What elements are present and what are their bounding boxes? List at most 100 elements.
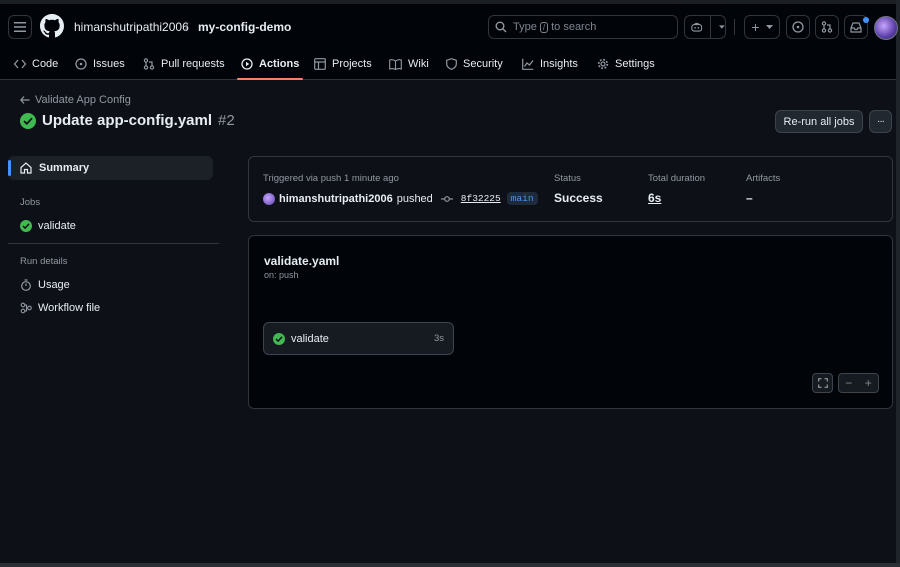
run-summary-card: Triggered via push 1 minute ago himanshu… — [248, 156, 893, 222]
repo-tabs: Code Issues Pull requests Actions Projec… — [0, 48, 896, 80]
commit-sha-link[interactable]: 8f32225 — [461, 193, 501, 204]
create-new-button[interactable]: + — [744, 15, 780, 39]
sidebar-run-details-heading: Run details — [20, 256, 68, 267]
home-icon — [20, 162, 32, 174]
tab-wiki[interactable]: Wiki — [389, 48, 429, 80]
pull-requests-button[interactable] — [815, 15, 839, 39]
rerun-all-jobs-button[interactable]: Re-run all jobs — [775, 110, 863, 133]
sidebar-summary-label: Summary — [39, 162, 90, 174]
sidebar-job-label: validate — [38, 220, 76, 232]
chevron-down-icon — [765, 25, 773, 29]
fullscreen-button[interactable] — [812, 373, 833, 393]
run-title: Update app-config.yaml #2 — [20, 112, 235, 129]
back-to-workflow-link[interactable]: Validate App Config — [20, 94, 131, 106]
gear-icon — [597, 58, 609, 70]
notification-indicator — [863, 17, 869, 23]
tab-label: Actions — [259, 58, 300, 70]
push-info: himanshutripathi2006 pushed 8f32225 main — [263, 192, 538, 205]
book-icon — [389, 58, 402, 70]
tab-label: Security — [463, 58, 503, 70]
tab-label: Settings — [615, 58, 655, 70]
success-check-icon — [20, 112, 36, 129]
tab-projects[interactable]: Projects — [314, 48, 372, 80]
search-icon — [495, 21, 507, 33]
shield-icon — [446, 58, 457, 70]
workflow-graph-card: validate.yaml on: push validate 3s − + — [248, 235, 893, 409]
tab-label: Wiki — [408, 58, 429, 70]
run-number: #2 — [218, 112, 235, 129]
workflow-trigger: on: push — [264, 270, 299, 280]
success-check-icon — [20, 220, 32, 232]
success-check-icon — [273, 332, 285, 345]
hamburger-icon — [14, 22, 26, 32]
search-prefix: Type — [513, 21, 537, 33]
plus-icon: + — [751, 19, 760, 35]
search-shortcut-key: / — [539, 21, 549, 33]
table-icon — [314, 58, 326, 70]
branch-label[interactable]: main — [506, 192, 538, 205]
copilot-button[interactable] — [684, 15, 726, 39]
job-duration: 3s — [433, 333, 444, 344]
file-icon — [20, 302, 32, 314]
artifacts-label: Artifacts — [746, 173, 781, 184]
job-node-validate[interactable]: validate 3s — [263, 322, 454, 355]
inbox-icon — [850, 21, 862, 33]
tab-settings[interactable]: Settings — [597, 48, 655, 80]
copilot-icon — [691, 22, 703, 32]
tab-actions[interactable]: Actions — [236, 48, 304, 80]
actor-avatar — [263, 192, 275, 205]
user-avatar[interactable] — [874, 16, 898, 40]
status-value: Success — [554, 191, 603, 205]
status-label: Status — [554, 173, 581, 184]
graph-icon — [522, 58, 534, 70]
sidebar-workflow-file-label: Workflow file — [38, 302, 101, 314]
artifacts-value: – — [746, 191, 753, 205]
tab-security[interactable]: Security — [446, 48, 503, 80]
more-options-button[interactable]: ··· — [869, 110, 892, 133]
sidebar-usage-label: Usage — [38, 279, 70, 291]
tab-issues[interactable]: Issues — [75, 48, 125, 80]
job-node-label: validate — [291, 332, 329, 345]
tab-label: Pull requests — [161, 58, 225, 70]
repo-name-link[interactable]: my-config-demo — [198, 20, 291, 34]
duration-label: Total duration — [648, 173, 706, 184]
trigger-label: Triggered via push 1 minute ago — [263, 173, 399, 184]
breadcrumb-separator: / — [185, 20, 189, 34]
tab-label: Issues — [93, 58, 125, 70]
issue-icon — [792, 21, 804, 33]
window-frame-bottom — [0, 563, 900, 567]
issue-icon — [75, 58, 87, 70]
pull-request-icon — [821, 21, 833, 33]
kebab-horizontal-icon: ··· — [877, 116, 885, 127]
tab-label: Insights — [540, 58, 578, 70]
commit-icon — [440, 195, 453, 202]
sidebar-item-usage[interactable]: Usage — [20, 279, 70, 291]
actor-link[interactable]: himanshutripathi2006 — [279, 193, 393, 205]
sidebar-job-validate[interactable]: validate — [20, 220, 76, 232]
repo-owner-link[interactable]: himanshutripathi2006 — [74, 20, 189, 34]
header-divider — [734, 19, 735, 35]
search-input[interactable]: Type / to search — [488, 15, 678, 39]
sidebar-item-summary[interactable]: Summary — [8, 156, 213, 180]
sidebar-item-workflow-file[interactable]: Workflow file — [20, 302, 100, 314]
issues-button[interactable] — [786, 15, 810, 39]
tab-pull-requests[interactable]: Pull requests — [143, 48, 225, 80]
tab-insights[interactable]: Insights — [522, 48, 578, 80]
tab-label: Projects — [332, 58, 372, 70]
menu-button[interactable] — [8, 15, 32, 39]
duration-value-link[interactable]: 6s — [648, 191, 661, 205]
arrow-left-icon — [20, 96, 30, 104]
back-link-label: Validate App Config — [35, 94, 131, 106]
sidebar-jobs-heading: Jobs — [20, 197, 41, 208]
chevron-down-icon — [719, 25, 725, 29]
global-header: himanshutripathi2006 / my-config-demo Ty… — [0, 4, 898, 80]
zoom-controls: − + — [838, 373, 879, 393]
stopwatch-icon — [21, 279, 31, 291]
code-icon — [14, 59, 26, 69]
tab-label: Code — [32, 58, 59, 70]
zoom-in-button[interactable]: + — [859, 374, 879, 392]
tab-code[interactable]: Code — [14, 48, 58, 80]
run-title-text: Update app-config.yaml — [42, 112, 213, 129]
github-logo-icon[interactable] — [40, 14, 64, 38]
zoom-out-button[interactable]: − — [839, 374, 859, 392]
